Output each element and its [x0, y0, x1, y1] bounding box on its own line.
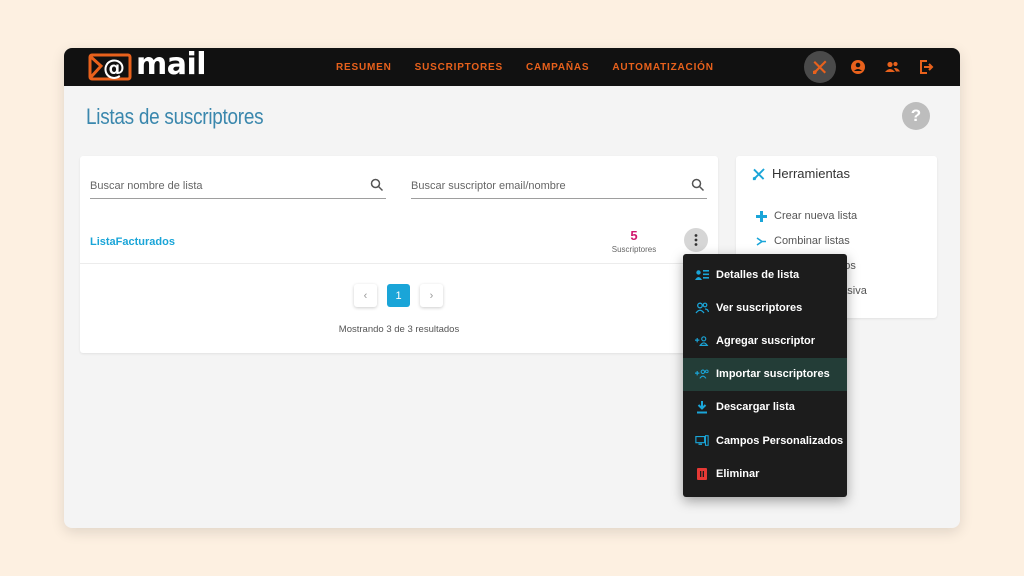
menu-item-label: Campos Personalizados — [716, 434, 844, 447]
menu-item-delete[interactable]: Eliminar — [683, 457, 847, 490]
list-actions-menu: Detalles de lista Ver suscriptores Agreg… — [683, 254, 847, 497]
merge-lists-link[interactable]: Combinar listas — [756, 235, 850, 247]
list-details-icon — [695, 268, 709, 282]
menu-item-label: Ver suscriptores — [716, 301, 803, 314]
menu-item-label: Descargar lista — [716, 401, 795, 414]
nav-resumen[interactable]: RESUMEN — [336, 62, 392, 73]
menu-item-add-subscriber[interactable]: Agregar suscriptor — [683, 324, 847, 357]
help-button[interactable]: ? — [902, 102, 930, 130]
top-icons — [804, 48, 938, 86]
nav-suscriptores[interactable]: SUSCRIPTORES — [415, 62, 503, 73]
app-window: @ mail RESUMEN SUSCRIPTORES CAMPAÑAS AUT… — [64, 48, 960, 528]
tools-header: Herramientas — [752, 166, 850, 181]
users-icon[interactable] — [880, 55, 904, 79]
menu-item-label: Importar suscriptores — [716, 368, 830, 381]
merge-lists-label: Combinar listas — [774, 235, 850, 247]
add-user-icon — [695, 334, 709, 348]
main-nav: RESUMEN SUSCRIPTORES CAMPAÑAS AUTOMATIZA… — [336, 48, 737, 86]
menu-item-custom-fields[interactable]: Campos Personalizados — [683, 424, 847, 457]
kebab-icon — [694, 234, 698, 246]
logout-icon[interactable] — [914, 55, 938, 79]
subscriber-count-label: Suscriptores — [611, 245, 657, 254]
next-page-button[interactable]: › — [420, 284, 443, 307]
tools-title: Herramientas — [772, 166, 851, 181]
list-name-link[interactable]: ListaFacturados — [90, 236, 175, 248]
subscriber-count-value: 5 — [630, 228, 638, 243]
menu-item-download-list[interactable]: Descargar lista — [683, 391, 847, 424]
list-search-input[interactable] — [90, 175, 360, 197]
plus-icon — [756, 210, 767, 222]
subscriber-count: 5 Suscriptores — [608, 228, 660, 254]
menu-item-label: Agregar suscriptor — [716, 334, 816, 347]
import-users-icon — [695, 367, 709, 381]
custom-fields-icon — [695, 434, 709, 448]
nav-campanas[interactable]: CAMPAÑAS — [526, 62, 589, 73]
merge-icon — [756, 236, 766, 246]
menu-item-label: Eliminar — [716, 467, 760, 480]
results-summary: Mostrando 3 de 3 resultados — [338, 324, 460, 335]
subscriber-search-input[interactable] — [411, 175, 681, 197]
menu-item-view-subscribers[interactable]: Ver suscriptores — [683, 291, 847, 324]
list-row: ListaFacturados 5 Suscriptores — [80, 228, 718, 264]
svg-text:@: @ — [103, 56, 125, 81]
menu-item-list-details[interactable]: Detalles de lista — [683, 258, 847, 291]
page-title: Listas de suscriptores — [86, 104, 264, 129]
pagination: ‹ 1 › — [354, 284, 443, 307]
create-list-link[interactable]: Crear nueva lista — [756, 210, 857, 222]
top-navbar: @ mail RESUMEN SUSCRIPTORES CAMPAÑAS AUT… — [64, 48, 960, 86]
lists-card: ListaFacturados 5 Suscriptores ‹ 1 › Mos… — [80, 156, 718, 353]
search-icon[interactable] — [370, 178, 384, 197]
search-icon[interactable] — [691, 178, 705, 197]
tools-icon[interactable] — [804, 51, 836, 83]
page-1-button[interactable]: 1 — [387, 284, 410, 307]
nav-automatizacion[interactable]: AUTOMATIZACIÓN — [612, 62, 713, 73]
tools-icon — [752, 167, 765, 180]
user-icon[interactable] — [846, 55, 870, 79]
view-users-icon — [695, 301, 709, 315]
menu-item-import-subscribers[interactable]: Importar suscriptores — [683, 357, 847, 391]
more-options-button[interactable] — [684, 228, 708, 252]
menu-item-label: Detalles de lista — [716, 268, 800, 281]
prev-page-button[interactable]: ‹ — [354, 284, 377, 307]
brand-name: mail — [136, 48, 207, 82]
subscriber-search — [411, 175, 707, 199]
download-icon — [695, 400, 709, 414]
trash-icon — [695, 467, 709, 481]
create-list-label: Crear nueva lista — [774, 210, 858, 222]
list-search — [90, 175, 386, 199]
brand-logo[interactable]: @ mail — [88, 48, 207, 82]
envelope-at-logo-icon: @ — [88, 53, 132, 81]
